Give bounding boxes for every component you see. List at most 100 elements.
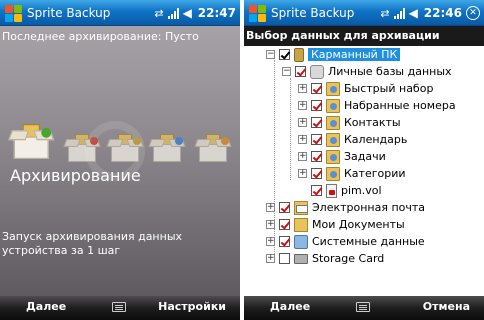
close-icon[interactable]: ✕ [466, 6, 480, 20]
restore-box-icon[interactable] [63, 134, 101, 162]
keyboard-icon[interactable] [356, 302, 370, 312]
tree-row-calendar[interactable]: + Календарь [298, 131, 407, 148]
speed-dial-checkbox[interactable] [311, 83, 322, 94]
softkey-bar: Далее Отмена [244, 296, 484, 320]
tree-row-email[interactable]: + Электронная почта [266, 199, 425, 216]
clock[interactable]: 22:46 [424, 6, 462, 20]
tree-row-tasks[interactable]: + Задачи [298, 148, 386, 165]
tree-item-label: Личные базы данных [328, 65, 452, 78]
data-tree: − Карманный ПК − Личные базы данных + Бы… [244, 46, 484, 296]
app-title: Sprite Backup [271, 5, 355, 20]
main-screen: Sprite Backup ⇄ ◀ 22:47 Последнее архиви… [0, 0, 240, 320]
connectivity-icon[interactable]: ⇄ [154, 7, 163, 20]
database-icon [310, 64, 324, 79]
tree-item-label: Storage Card [312, 252, 385, 265]
tools-box-icon[interactable] [194, 134, 232, 162]
tree-item-label: Категории [344, 167, 406, 180]
tree-item-label: Системные данные [312, 235, 425, 248]
backup-box-icon[interactable] [8, 124, 55, 159]
tree-item-label: Задачи [344, 150, 386, 163]
signal-icon[interactable] [167, 7, 179, 19]
tree-row-dialed-numbers[interactable]: + Набранные номера [298, 97, 456, 114]
title-bar: Sprite Backup ⇄ ◀ 22:46 ✕ [244, 0, 484, 26]
collapse-icon[interactable]: − [282, 67, 291, 76]
last-backup-status: Последнее архивирование: Пусто [2, 30, 199, 43]
clock[interactable]: 22:47 [198, 6, 236, 20]
pda-icon [294, 47, 304, 62]
sync-box-icon[interactable] [148, 134, 186, 162]
start-menu-icon[interactable] [3, 3, 23, 23]
expand-icon[interactable]: + [298, 101, 307, 110]
storage-card-checkbox[interactable] [279, 253, 290, 264]
cancel-softkey[interactable]: Отмена [423, 300, 470, 313]
mail-icon [294, 200, 308, 215]
softkey-bar: Далее Настройки [0, 296, 240, 320]
system-icon [294, 234, 308, 249]
expand-icon[interactable]: + [266, 237, 275, 246]
volume-icon[interactable]: ◀ [409, 6, 418, 20]
tree-item-label: Карманный ПК [308, 48, 401, 61]
expand-icon[interactable]: + [298, 84, 307, 93]
root-checkbox[interactable] [279, 49, 290, 60]
expand-icon[interactable]: + [298, 135, 307, 144]
folder-icon [326, 166, 340, 181]
connectivity-icon[interactable]: ⇄ [380, 7, 389, 20]
tree-item-label: Набранные номера [344, 99, 456, 112]
keyboard-icon[interactable] [112, 302, 126, 312]
tree-item-label: Быстрый набор [344, 82, 434, 95]
app-title: Sprite Backup [27, 5, 111, 20]
schedule-box-icon[interactable] [106, 134, 144, 162]
collapse-icon[interactable]: − [266, 50, 275, 59]
tree-item-label: Контакты [344, 116, 401, 129]
tree-row-categories[interactable]: + Категории [298, 165, 406, 182]
expand-icon[interactable]: + [298, 169, 307, 178]
start-menu-icon[interactable] [247, 3, 267, 23]
action-label: Архивирование [10, 166, 141, 185]
personal-db-checkbox[interactable] [295, 66, 306, 77]
folder-icon [326, 115, 340, 130]
volume-icon[interactable]: ◀ [183, 6, 192, 20]
dialed-numbers-checkbox[interactable] [311, 100, 322, 111]
tree-item-label: Мои Документы [312, 218, 405, 231]
tree-row-speed-dial[interactable]: + Быстрый набор [298, 80, 433, 97]
tree-item-label: Календарь [344, 133, 408, 146]
categories-checkbox[interactable] [311, 168, 322, 179]
contacts-checkbox[interactable] [311, 117, 322, 128]
next-softkey[interactable]: Далее [26, 300, 66, 313]
documents-folder-icon [294, 217, 308, 232]
expand-icon[interactable]: + [266, 254, 275, 263]
folder-icon [326, 149, 340, 164]
title-bar: Sprite Backup ⇄ ◀ 22:47 [0, 0, 240, 26]
storage-card-icon [294, 253, 308, 264]
tree-item-label: pim.vol [341, 184, 382, 197]
tree-row-contacts[interactable]: + Контакты [298, 114, 401, 131]
system-data-checkbox[interactable] [279, 236, 290, 247]
expand-icon[interactable]: + [298, 152, 307, 161]
expand-icon[interactable]: + [266, 220, 275, 229]
tree-row-storage-card[interactable]: + Storage Card [266, 250, 384, 267]
signal-icon[interactable] [393, 7, 405, 19]
calendar-checkbox[interactable] [311, 134, 322, 145]
tree-row-root[interactable]: − Карманный ПК [266, 46, 401, 63]
selection-screen: Sprite Backup ⇄ ◀ 22:46 ✕ Выбор данных д… [244, 0, 484, 320]
next-softkey[interactable]: Далее [270, 300, 310, 313]
tree-row-pim-vol[interactable]: pim.vol [311, 182, 382, 199]
folder-icon [326, 98, 340, 113]
main-panel: Последнее архивирование: Пусто Архивиров… [0, 26, 240, 296]
pim-vol-checkbox[interactable] [311, 185, 322, 196]
tasks-checkbox[interactable] [311, 151, 322, 162]
expand-icon[interactable]: + [298, 118, 307, 127]
folder-icon [326, 132, 340, 147]
action-description: Запуск архивирования данных устройства з… [2, 230, 183, 257]
tree-row-personal-db[interactable]: − Личные базы данных [282, 63, 452, 80]
tree-row-system-data[interactable]: + Системные данные [266, 233, 425, 250]
file-icon [326, 183, 337, 198]
documents-checkbox[interactable] [279, 219, 290, 230]
email-checkbox[interactable] [279, 202, 290, 213]
page-title: Выбор данных для архивации [244, 26, 484, 46]
expand-icon[interactable]: + [266, 203, 275, 212]
tree-item-label: Электронная почта [312, 201, 426, 214]
tree-row-documents[interactable]: + Мои Документы [266, 216, 405, 233]
settings-softkey[interactable]: Настройки [158, 300, 226, 313]
folder-icon [326, 81, 340, 96]
